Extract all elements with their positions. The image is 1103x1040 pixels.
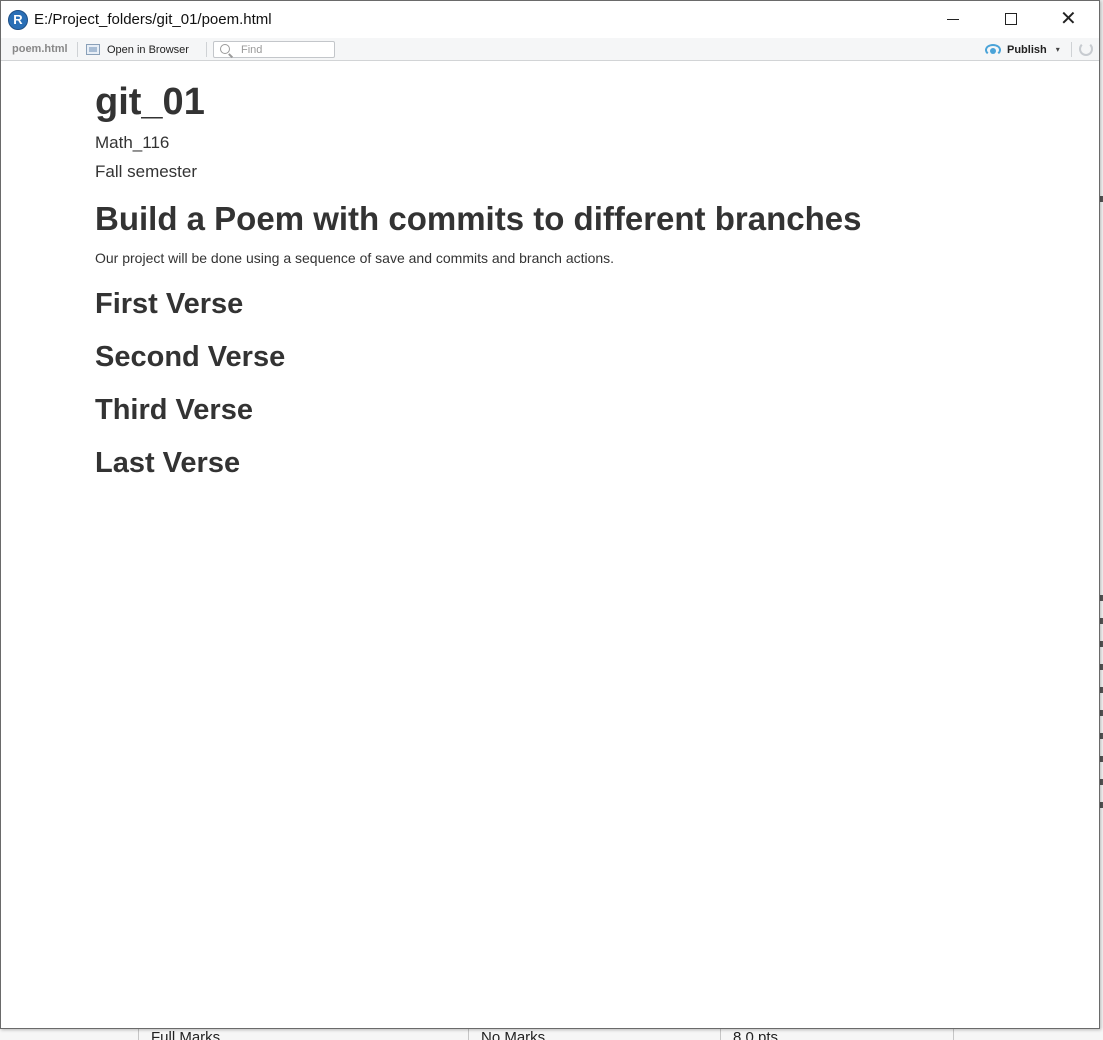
open-in-browser-button[interactable]: Open in Browser <box>86 41 189 58</box>
maximize-icon <box>1005 13 1017 25</box>
preview-window: R E:/Project_folders/git_01/poem.html ✕ … <box>0 0 1100 1029</box>
document-title: git_01 <box>95 81 205 123</box>
verse-heading-first: First Verse <box>95 288 244 320</box>
viewer-toolbar: poem.html Open in Browser Publish ▾ <box>1 38 1099 61</box>
toolbar-divider <box>77 42 78 57</box>
chevron-down-icon[interactable]: ▾ <box>1056 45 1060 54</box>
search-icon <box>220 44 230 54</box>
maximize-button[interactable] <box>988 1 1034 38</box>
rubric-cell-full-marks: Full Marks <box>138 1028 468 1040</box>
verse-heading-last: Last Verse <box>95 447 241 479</box>
minimize-button[interactable] <box>930 1 976 38</box>
find-box[interactable] <box>213 41 335 58</box>
document-author: Math_116 <box>95 133 170 152</box>
close-icon: ✕ <box>1060 8 1077 30</box>
publish-label: Publish <box>1007 43 1047 56</box>
section-heading: Build a Poem with commits to different b… <box>95 200 862 237</box>
close-button[interactable]: ✕ <box>1046 1 1092 38</box>
publish-icon <box>985 43 1001 56</box>
background-rubric-row: Full Marks No Marks 8.0 pts <box>0 1028 1103 1040</box>
rubric-cell-no-marks: No Marks <box>468 1028 720 1040</box>
intro-paragraph: Our project will be done using a sequenc… <box>95 250 615 266</box>
document-date: Fall semester <box>95 162 198 181</box>
window-title: E:/Project_folders/git_01/poem.html <box>34 11 272 28</box>
html-preview-content: git_01 Math_116 Fall semester Build a Po… <box>1 61 1099 1028</box>
rubric-cell-empty <box>953 1028 1103 1040</box>
verse-heading-third: Third Verse <box>95 394 253 426</box>
browser-window-icon <box>86 44 100 55</box>
title-bar[interactable]: R E:/Project_folders/git_01/poem.html ✕ <box>1 1 1099 38</box>
toolbar-divider <box>206 42 207 57</box>
rstudio-app-icon: R <box>8 10 28 30</box>
publish-button[interactable]: Publish ▾ <box>985 41 1060 58</box>
rubric-cell-points: 8.0 pts <box>720 1028 953 1040</box>
verse-heading-second: Second Verse <box>95 341 286 373</box>
file-tab-label[interactable]: poem.html <box>12 43 68 55</box>
find-input[interactable] <box>241 43 331 57</box>
toolbar-divider <box>1071 42 1072 57</box>
refresh-icon[interactable] <box>1079 42 1093 56</box>
open-in-browser-label: Open in Browser <box>107 43 189 56</box>
minimize-icon <box>947 19 959 20</box>
